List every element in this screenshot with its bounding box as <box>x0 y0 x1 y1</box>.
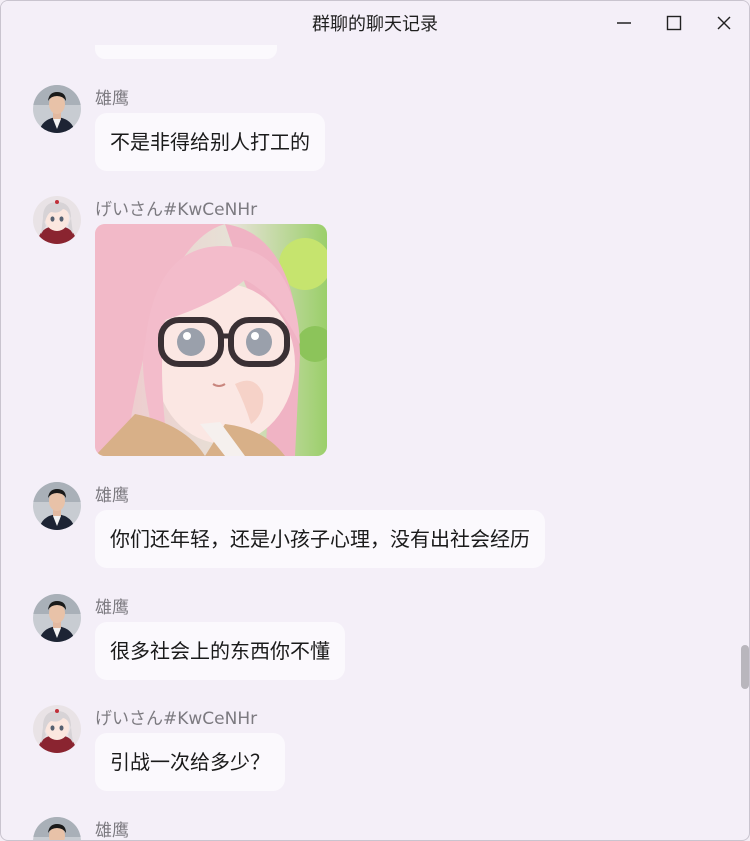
sender-name: 雄鹰 <box>95 89 129 109</box>
anime-girl-avatar[interactable] <box>33 705 81 753</box>
message-bubble[interactable]: 你们还年轻，还是小孩子心理，没有出社会经历 <box>95 510 545 568</box>
minimize-button[interactable] <box>599 1 649 45</box>
chat-history-window: 群聊的聊天记录 雄鹰 不是非得给别人打工的 げいさん#KwCeNHr 雄鹰 你们… <box>0 0 750 841</box>
sender-name: げいさん#KwCeNHr <box>95 200 258 220</box>
message-bubble[interactable]: 很多社会上的东西你不懂 <box>95 622 345 680</box>
window-controls <box>599 1 749 45</box>
man-portrait-avatar[interactable] <box>33 85 81 133</box>
close-button[interactable] <box>699 1 749 45</box>
window-title: 群聊的聊天记录 <box>312 14 438 35</box>
man-portrait-avatar[interactable] <box>33 817 81 840</box>
sender-name: 雄鹰 <box>95 486 129 506</box>
message-list[interactable]: 雄鹰 不是非得给别人打工的 げいさん#KwCeNHr 雄鹰 你们还年轻，还是小孩… <box>1 45 749 841</box>
sender-name: 雄鹰 <box>95 821 129 841</box>
man-portrait-avatar[interactable] <box>33 594 81 642</box>
man-portrait-avatar[interactable] <box>33 482 81 530</box>
sender-name: げいさん#KwCeNHr <box>95 709 258 729</box>
message-bubble[interactable]: 引战一次给多少？ <box>95 733 285 791</box>
message-bubble-partial[interactable] <box>95 45 277 59</box>
anime-girl-avatar[interactable] <box>33 196 81 244</box>
sender-name: 雄鹰 <box>95 598 129 618</box>
message-bubble[interactable]: 不是非得给别人打工的 <box>95 113 325 171</box>
maximize-button[interactable] <box>649 1 699 45</box>
anime-girl-pink-hair-glasses-image[interactable] <box>95 224 327 456</box>
minimize-icon <box>617 22 631 24</box>
scrollbar-thumb[interactable] <box>741 645 749 689</box>
title-bar[interactable]: 群聊的聊天记录 <box>1 1 749 45</box>
close-icon <box>717 16 731 30</box>
maximize-icon <box>666 15 682 31</box>
